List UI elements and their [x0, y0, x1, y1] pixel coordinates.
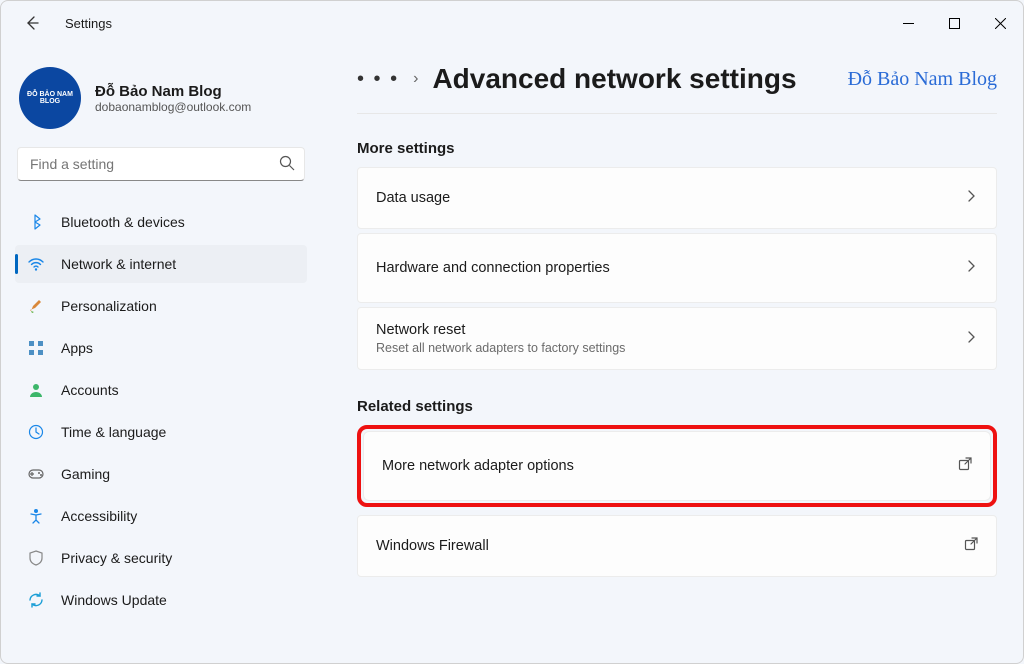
window-body: ĐỖ BẢO NAM BLOG Đỗ Bảo Nam Blog dobaonam…: [1, 45, 1023, 663]
maximize-icon: [949, 18, 960, 29]
sidebar-item-privacy[interactable]: Privacy & security: [15, 539, 307, 577]
sidebar-item-label: Gaming: [61, 466, 110, 482]
profile-name: Đỗ Bảo Nam Blog: [95, 83, 251, 100]
minimize-button[interactable]: [885, 7, 931, 39]
window-controls: [885, 7, 1023, 39]
settings-window: Settings ĐỖ BẢO NAM BLOG Đỗ Bảo Nam Blog…: [0, 0, 1024, 664]
sidebar-item-label: Network & internet: [61, 256, 176, 272]
sidebar-item-label: Windows Update: [61, 592, 167, 608]
page-title: Advanced network settings: [432, 63, 796, 95]
setting-data-usage[interactable]: Data usage: [357, 167, 997, 229]
sidebar-item-accessibility[interactable]: Accessibility: [15, 497, 307, 535]
search-box: [17, 147, 305, 181]
section-related-settings-label: Related settings: [357, 398, 997, 415]
sidebar-item-network[interactable]: Network & internet: [15, 245, 307, 283]
chevron-right-icon: [966, 259, 978, 277]
accessibility-icon: [27, 507, 45, 525]
annotation-highlight: More network adapter options: [357, 425, 997, 507]
main-content: • • • › Advanced network settings Đỗ Bảo…: [321, 45, 1023, 663]
sidebar-item-label: Bluetooth & devices: [61, 214, 185, 230]
titlebar: Settings: [1, 1, 1023, 45]
related-settings-group: More network adapter options Windows Fir…: [357, 425, 997, 577]
close-button[interactable]: [977, 7, 1023, 39]
sidebar-item-accounts[interactable]: Accounts: [15, 371, 307, 409]
external-link-icon: [964, 537, 978, 556]
chevron-right-icon: [966, 330, 978, 348]
breadcrumb-ellipsis[interactable]: • • •: [357, 68, 399, 91]
avatar: ĐỖ BẢO NAM BLOG: [19, 67, 81, 129]
setting-windows-firewall[interactable]: Windows Firewall: [357, 515, 997, 577]
maximize-button[interactable]: [931, 7, 977, 39]
sidebar-item-label: Time & language: [61, 424, 166, 440]
watermark-text: Đỗ Bảo Nam Blog: [848, 68, 997, 91]
chevron-right-icon: ›: [413, 70, 418, 88]
sidebar-item-label: Personalization: [61, 298, 157, 314]
sidebar-item-label: Apps: [61, 340, 93, 356]
sidebar-item-gaming[interactable]: Gaming: [15, 455, 307, 493]
search-icon: [279, 155, 295, 176]
breadcrumb: • • • › Advanced network settings Đỗ Bảo…: [357, 63, 997, 114]
sidebar-item-bluetooth[interactable]: Bluetooth & devices: [15, 203, 307, 241]
external-link-icon: [958, 457, 972, 476]
profile-email: dobaonamblog@outlook.com: [95, 100, 251, 114]
sidebar-item-label: Accessibility: [61, 508, 137, 524]
sidebar: ĐỖ BẢO NAM BLOG Đỗ Bảo Nam Blog dobaonam…: [1, 45, 321, 663]
card-title: Windows Firewall: [376, 538, 489, 554]
more-settings-group: Data usage Hardware and connection prope…: [357, 167, 997, 370]
sidebar-item-apps[interactable]: Apps: [15, 329, 307, 367]
wifi-icon: [27, 255, 45, 273]
setting-more-adapter-options[interactable]: More network adapter options: [363, 431, 991, 501]
card-title: Network reset: [376, 322, 625, 338]
search-input[interactable]: [17, 147, 305, 181]
back-arrow-icon: [24, 15, 40, 31]
apps-icon: [27, 339, 45, 357]
shield-icon: [27, 549, 45, 567]
sidebar-item-personalization[interactable]: Personalization: [15, 287, 307, 325]
section-more-settings-label: More settings: [357, 140, 997, 157]
chevron-right-icon: [966, 189, 978, 207]
paintbrush-icon: [27, 297, 45, 315]
back-button[interactable]: [15, 6, 49, 40]
gamepad-icon: [27, 465, 45, 483]
card-subtitle: Reset all network adapters to factory se…: [376, 341, 625, 355]
update-icon: [27, 591, 45, 609]
window-title: Settings: [65, 16, 112, 31]
sidebar-item-label: Accounts: [61, 382, 119, 398]
profile-block[interactable]: ĐỖ BẢO NAM BLOG Đỗ Bảo Nam Blog dobaonam…: [19, 67, 307, 129]
setting-hardware-properties[interactable]: Hardware and connection properties: [357, 233, 997, 303]
setting-network-reset[interactable]: Network reset Reset all network adapters…: [357, 307, 997, 370]
person-icon: [27, 381, 45, 399]
sidebar-item-update[interactable]: Windows Update: [15, 581, 307, 619]
sidebar-nav: Bluetooth & devices Network & internet P…: [15, 195, 307, 663]
minimize-icon: [903, 18, 914, 29]
card-title: Hardware and connection properties: [376, 260, 610, 276]
globe-clock-icon: [27, 423, 45, 441]
sidebar-item-label: Privacy & security: [61, 550, 172, 566]
bluetooth-icon: [27, 213, 45, 231]
close-icon: [995, 18, 1006, 29]
card-title: Data usage: [376, 190, 450, 206]
sidebar-item-time[interactable]: Time & language: [15, 413, 307, 451]
card-title: More network adapter options: [382, 458, 574, 474]
